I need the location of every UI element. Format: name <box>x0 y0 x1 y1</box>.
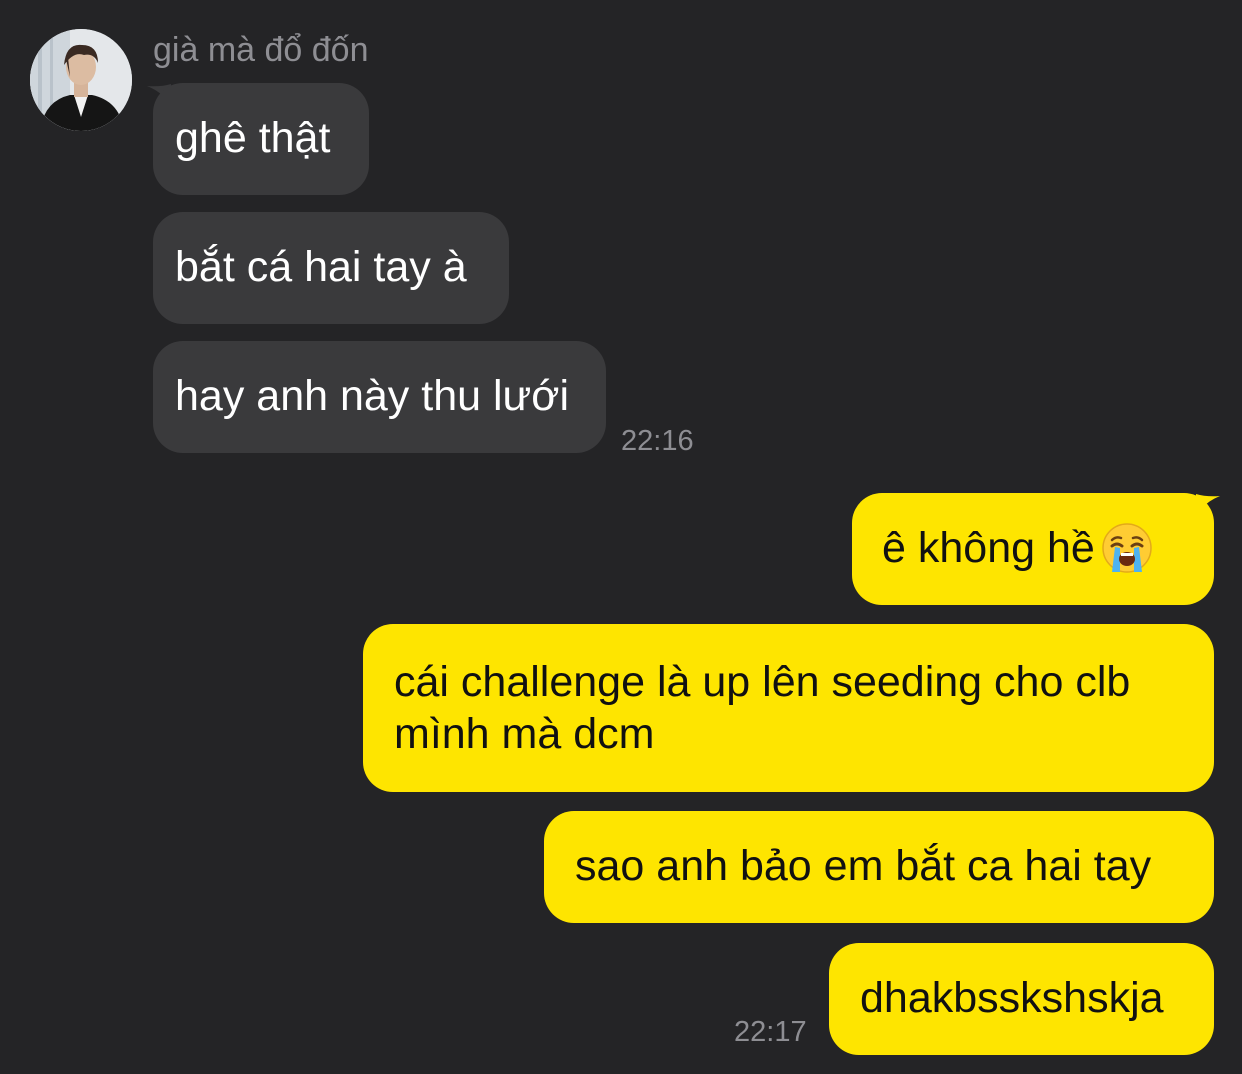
outgoing-message[interactable]: cái challenge là up lên seeding cho clb … <box>363 624 1214 792</box>
outgoing-message[interactable]: dhakbsskshskja <box>829 943 1214 1055</box>
message-text: bắt cá hai tay à <box>175 243 467 291</box>
avatar-photo <box>30 29 132 131</box>
sender-avatar[interactable] <box>30 29 132 131</box>
incoming-message[interactable]: hay anh này thu lưới <box>153 341 606 453</box>
message-timestamp: 22:17 <box>734 1016 807 1048</box>
incoming-message[interactable]: ghê thật <box>153 83 369 195</box>
message-text: ê không hề <box>882 524 1095 572</box>
message-text: sao anh bảo em bắt ca hai tay <box>575 842 1152 890</box>
message-text-line: mình mà dcm <box>394 710 655 758</box>
message-text: hay anh này thu lưới <box>175 372 570 420</box>
incoming-message[interactable]: bắt cá hai tay à <box>153 212 509 324</box>
outgoing-message[interactable]: sao anh bảo em bắt ca hai tay <box>544 811 1214 923</box>
message-text-line: cái challenge là up lên seeding cho clb <box>394 658 1131 706</box>
message-text: ghê thật <box>175 114 331 162</box>
message-text: dhakbsskshskja <box>860 974 1164 1022</box>
outgoing-message[interactable]: ê không hề <box>852 493 1214 605</box>
message-timestamp: 22:16 <box>621 425 694 457</box>
loudly-crying-face-icon <box>1102 523 1152 573</box>
sender-name: già mà đổ đốn <box>153 31 369 69</box>
